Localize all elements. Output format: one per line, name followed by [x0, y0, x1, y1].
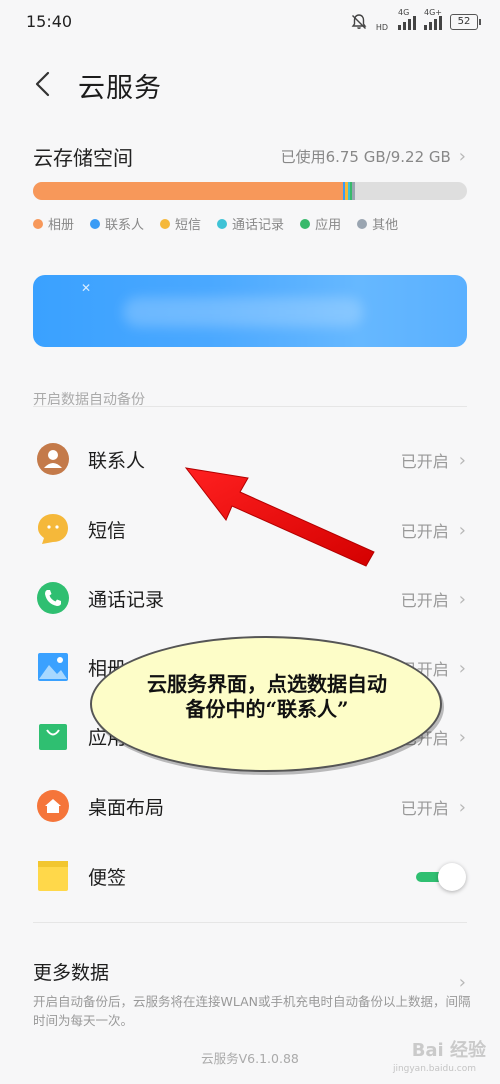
promo-banner[interactable]: ✕	[33, 275, 467, 347]
backup-row-status: 已开启 ›	[401, 518, 466, 542]
storage-used-link[interactable]: 已使用6.75 GB/9.22 GB ›	[281, 146, 466, 167]
banner-blurred-content	[123, 297, 363, 327]
app-bag-icon	[36, 719, 70, 753]
back-button[interactable]	[26, 64, 60, 104]
status-bar: 15:40 HD 4G 4G+ 52	[0, 0, 500, 44]
storage-used-text: 已使用6.75 GB/9.22 GB	[280, 148, 451, 166]
status-text: 已开启	[400, 452, 449, 471]
backup-row-label: 通话记录	[88, 589, 165, 611]
chevron-right-icon: ›	[458, 726, 466, 748]
storage-title: 云存储空间	[33, 146, 133, 170]
legend-label: 其他	[372, 218, 399, 233]
phone-icon	[36, 581, 70, 615]
legend-label: 短信	[175, 218, 202, 233]
legend-label: 应用	[315, 218, 342, 233]
backup-row-note[interactable]: 便签	[0, 843, 500, 911]
backup-row-home[interactable]: 桌面布局 已开启 ›	[0, 773, 500, 841]
storage-section[interactable]: 云存储空间 已使用6.75 GB/9.22 GB › 相册 联系人 短信 通话记录 应用…	[0, 138, 500, 238]
chevron-right-icon: ›	[458, 146, 466, 167]
message-icon	[36, 512, 70, 546]
legend-label: 通话记录	[232, 218, 285, 233]
legend-item: 相册	[33, 214, 74, 233]
backup-row-status: 已开启 ›	[401, 448, 466, 472]
legend-dot	[300, 218, 311, 229]
status-text: 已开启	[400, 799, 449, 818]
legend-dot	[357, 218, 368, 229]
photo-icon	[36, 650, 70, 684]
chevron-right-icon: ›	[458, 796, 466, 818]
legend-dot	[90, 218, 101, 229]
watermark-logo: Bai 经验	[411, 1040, 486, 1061]
section-divider	[33, 406, 467, 407]
note-icon	[36, 859, 70, 893]
list-divider	[33, 922, 467, 923]
status-icons: HD 4G 4G+ 52	[350, 8, 481, 32]
legend-label: 相册	[48, 218, 75, 233]
legend-item: 通话记录	[217, 214, 284, 233]
legend-item: 联系人	[90, 214, 144, 233]
battery-icon: 52	[450, 14, 481, 30]
backup-row-label: 便签	[88, 867, 127, 889]
backup-row-phone[interactable]: 通话记录 已开启 ›	[0, 565, 500, 633]
chevron-right-icon: ›	[458, 449, 466, 471]
chevron-right-icon: ›	[458, 588, 466, 610]
storage-usage-bar	[33, 182, 467, 200]
screen: 15:40 HD 4G 4G+ 52 云服务 云存储空间 已使用6.75 GB/…	[0, 0, 500, 1084]
chevron-right-icon: ›	[458, 519, 466, 541]
legend-item: 应用	[300, 214, 341, 233]
back-arrow-icon	[35, 71, 50, 97]
legend-dot	[217, 218, 228, 229]
storage-segment-5	[351, 182, 355, 200]
legend-label: 联系人	[105, 218, 145, 233]
legend-item: 其他	[357, 214, 398, 233]
backup-row-label: 桌面布局	[88, 797, 165, 819]
chevron-right-icon: ›	[458, 972, 466, 993]
backup-row-label: 短信	[88, 520, 127, 542]
signal-icon-2: 4G+	[424, 8, 442, 30]
storage-legend: 相册 联系人 短信 通话记录 应用 其他	[33, 214, 398, 233]
sparkle-icon: ✕	[81, 281, 92, 295]
status-text: 已开启	[400, 591, 449, 610]
mute-bell-icon	[351, 14, 367, 29]
backup-row-contact[interactable]: 联系人 已开启 ›	[0, 426, 500, 494]
backup-row-label: 联系人	[88, 450, 146, 472]
status-time: 15:40	[26, 12, 73, 31]
more-data-row[interactable]: 更多数据 › 开启自动备份后，云服务将在连接WLAN或手机充电时自动备份以上数据…	[0, 940, 500, 1040]
toggle-knob	[438, 863, 466, 891]
legend-item: 短信	[160, 214, 201, 233]
annotation-text: 云服务界面，点选数据自动备份中的“联系人”	[147, 672, 387, 721]
page-title: 云服务	[78, 73, 162, 104]
status-text: 已开启	[400, 522, 449, 541]
backup-row-message[interactable]: 短信 已开启 ›	[0, 496, 500, 564]
backup-row-status: 已开启 ›	[401, 795, 466, 819]
signal-icon-1: 4G	[398, 8, 416, 30]
backup-toggle-switch[interactable]	[416, 863, 466, 891]
contact-icon	[36, 442, 70, 476]
legend-dot	[33, 218, 43, 229]
legend-dot	[160, 218, 171, 229]
app-header: 云服务	[0, 60, 500, 110]
storage-segment-0	[33, 182, 344, 200]
chevron-right-icon: ›	[458, 657, 466, 679]
backup-row-status: 已开启 ›	[401, 587, 466, 611]
hd-label: HD	[375, 23, 388, 32]
home-icon	[36, 789, 70, 823]
watermark-url: jingyan.baidu.com	[392, 1064, 476, 1074]
more-data-title: 更多数据	[33, 962, 110, 984]
network-type-2: 4G+	[424, 8, 442, 17]
network-type-1: 4G	[398, 8, 410, 17]
more-data-description: 开启自动备份后，云服务将在连接WLAN或手机充电时自动备份以上数据，间隔时间为每…	[33, 994, 471, 1028]
